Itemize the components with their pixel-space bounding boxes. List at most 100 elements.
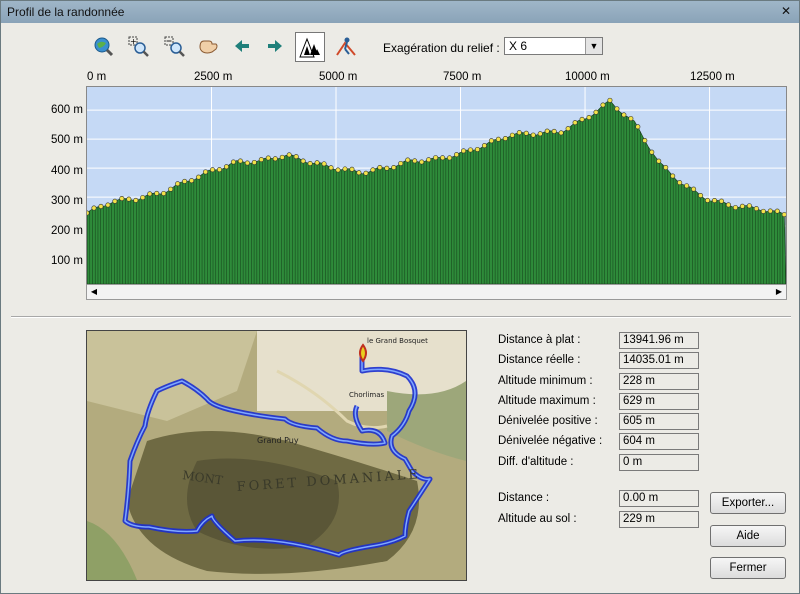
horizontal-scrollbar[interactable]: ◀ ▶	[86, 284, 787, 300]
elevation-point	[133, 197, 139, 203]
elevation-point	[663, 165, 669, 171]
y-tick-label: 300 m	[51, 195, 83, 207]
arrow-right-icon[interactable]	[262, 33, 288, 59]
elevation-point	[293, 154, 299, 160]
elevation-point	[481, 143, 487, 149]
elevation-point	[691, 186, 697, 192]
elevation-point	[161, 190, 167, 196]
elevation-point	[307, 160, 313, 166]
elevation-point	[677, 180, 683, 186]
y-tick-label: 200 m	[51, 225, 83, 237]
window-title: Profil de la randonnée	[7, 5, 125, 19]
elevation-point	[537, 131, 543, 137]
elevation-point	[781, 212, 786, 218]
y-tick-label: 500 m	[51, 134, 83, 146]
exaggeration-select[interactable]: X 6 ▼	[504, 37, 603, 55]
elevation-point	[684, 183, 690, 189]
stat-label: Distance réelle :	[498, 354, 581, 366]
elevation-point	[356, 170, 362, 176]
y-tick-label: 600 m	[51, 104, 83, 116]
elevation-point	[600, 102, 606, 108]
elevation-point	[272, 156, 278, 162]
elevation-point	[440, 155, 446, 161]
stat-value: 605 m	[619, 413, 699, 430]
elevation-point	[739, 203, 745, 209]
scroll-right-icon[interactable]: ▶	[772, 285, 786, 299]
elevation-point	[342, 166, 348, 172]
elevation-point	[544, 128, 550, 134]
elevation-point	[203, 169, 209, 175]
close-icon[interactable]: ✕	[779, 4, 793, 18]
elevation-point	[112, 198, 118, 204]
elevation-point	[105, 202, 111, 208]
hand-pan-icon[interactable]	[195, 33, 221, 59]
map-label: Chorlimas	[349, 391, 384, 399]
elevation-point	[565, 126, 571, 132]
elevation-point	[705, 197, 711, 203]
elevation-point	[286, 152, 292, 158]
map-label: Grand Puy	[257, 436, 299, 445]
stat-label: Dénivelée positive :	[498, 415, 598, 427]
elevation-point	[474, 146, 480, 152]
elevation-point	[391, 164, 397, 170]
elevation-point	[251, 159, 257, 165]
elevation-point	[258, 157, 264, 163]
elevation-point	[140, 195, 146, 201]
chevron-down-icon[interactable]: ▼	[585, 38, 602, 54]
stat-value: 228 m	[619, 373, 699, 390]
elevation-point	[349, 166, 355, 172]
x-tick-label: 5000 m	[319, 71, 358, 83]
elevation-point	[189, 178, 195, 184]
elevation-point	[649, 149, 655, 155]
cursor-altitude-value: 229 m	[619, 511, 699, 528]
elevation-point	[725, 202, 731, 208]
elevation-point	[732, 205, 738, 211]
x-tick-label: 7500 m	[443, 71, 482, 83]
cursor-altitude-label: Altitude au sol :	[498, 513, 577, 525]
route-map[interactable]: MONT FORET DOMANIALE Grand Puy le Grand …	[86, 330, 467, 581]
scroll-left-icon[interactable]: ◀	[87, 285, 101, 299]
elevation-point	[495, 136, 501, 142]
elevation-point	[244, 160, 250, 166]
elevation-point	[454, 152, 460, 158]
elevation-point	[461, 148, 467, 154]
elevation-point	[98, 203, 104, 209]
elevation-point	[719, 198, 725, 204]
elevation-profile-chart[interactable]	[86, 86, 787, 285]
title-bar[interactable]: Profil de la randonnée ✕	[1, 1, 799, 23]
elevation-point	[398, 160, 404, 166]
stat-value: 0 m	[619, 454, 699, 471]
elevation-point	[419, 159, 425, 165]
elevation-point	[642, 138, 648, 144]
elevation-point	[216, 167, 222, 173]
export-button[interactable]: Exporter...	[710, 492, 786, 514]
elevation-point	[300, 158, 306, 164]
zoom-in-icon[interactable]: +	[125, 33, 151, 59]
close-button[interactable]: Fermer	[710, 557, 786, 579]
globe-zoom-icon[interactable]	[90, 33, 116, 59]
elevation-point	[237, 158, 243, 164]
x-tick-label: 12500 m	[690, 71, 735, 83]
arrow-left-icon[interactable]	[229, 33, 255, 59]
elevation-point	[614, 106, 620, 112]
x-tick-label: 10000 m	[565, 71, 610, 83]
elevation-point	[426, 157, 432, 163]
hiker-icon[interactable]	[333, 33, 359, 59]
zoom-out-icon[interactable]	[161, 33, 187, 59]
elevation-point	[405, 157, 411, 163]
elevation-point	[119, 196, 125, 202]
elevation-point	[321, 161, 327, 167]
elevation-point	[433, 155, 439, 161]
y-tick-label: 100 m	[51, 255, 83, 267]
elevation-point	[502, 136, 508, 142]
elevation-point	[635, 124, 641, 130]
elevation-point	[628, 116, 634, 122]
section-divider	[11, 316, 791, 318]
elevation-point	[370, 167, 376, 173]
help-button[interactable]: Aide	[710, 525, 786, 547]
stat-label: Altitude maximum :	[498, 395, 596, 407]
elevation-point	[126, 196, 132, 202]
stat-label: Dénivelée négative :	[498, 435, 603, 447]
elevation-point	[182, 178, 188, 184]
forest-profile-icon[interactable]	[295, 32, 325, 62]
